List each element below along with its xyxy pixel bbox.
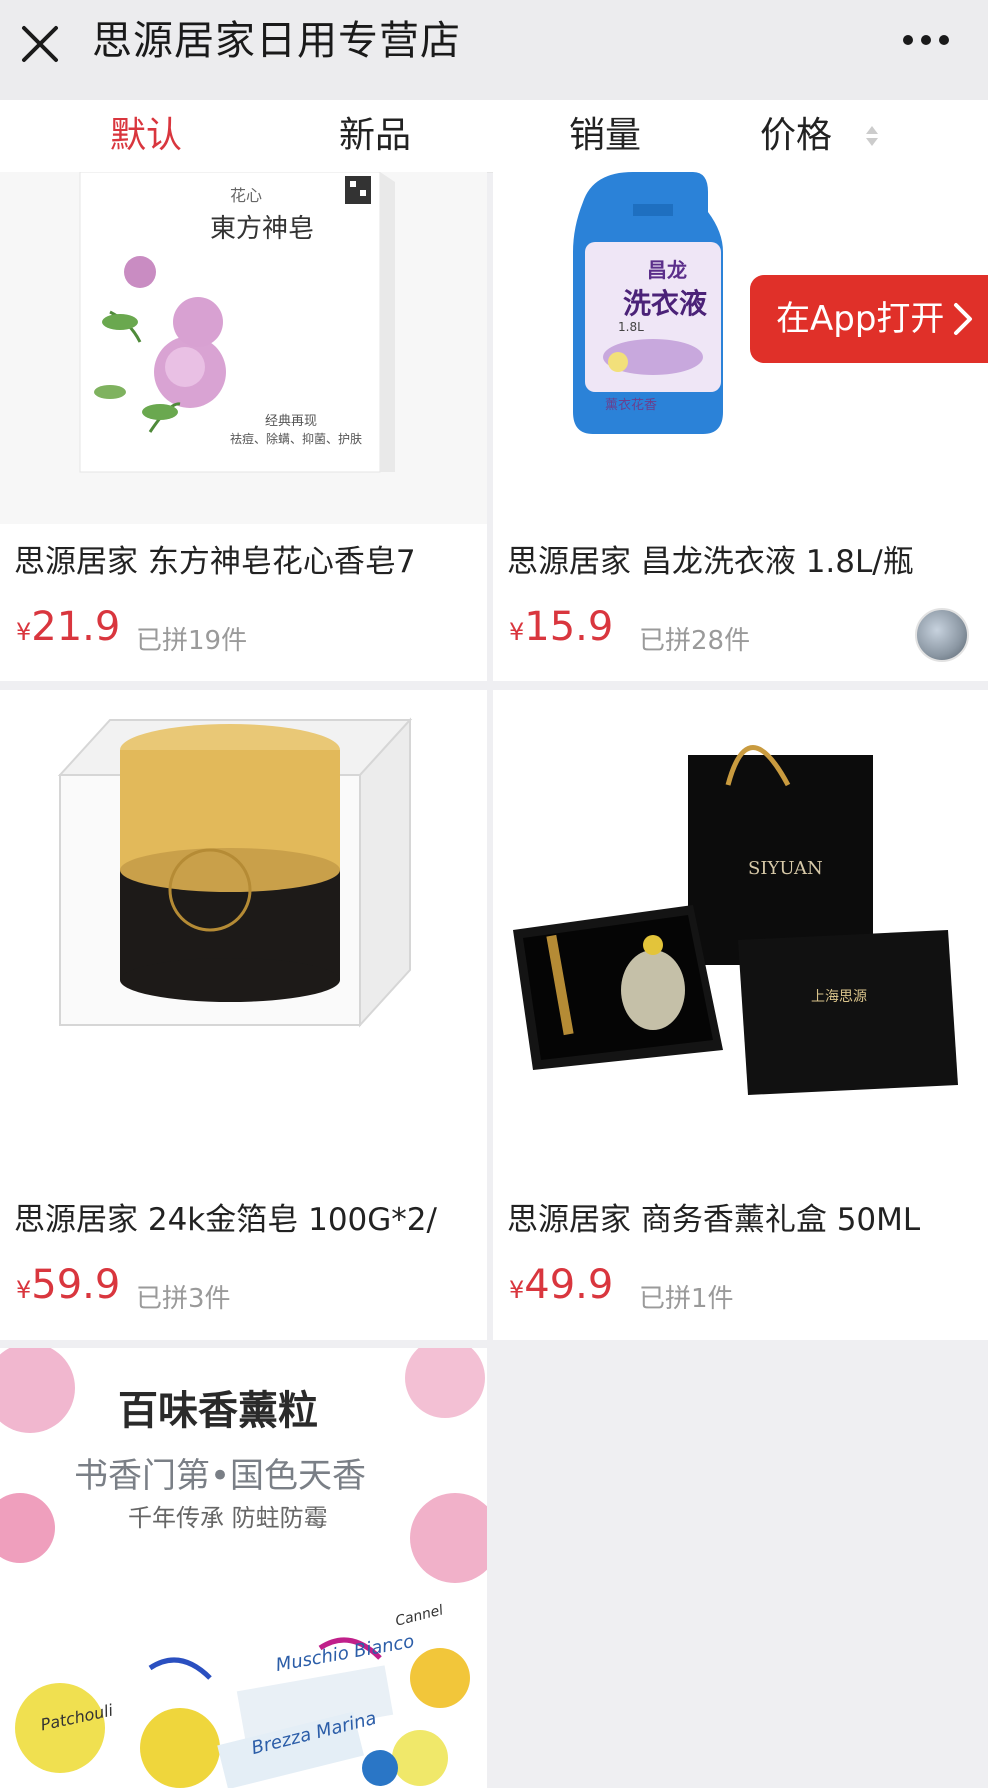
product-image: 花心 東方神皂 经典再现 祛痘、除螨、抑菌、护肤 bbox=[0, 172, 487, 524]
product-image: SIYUAN 上海思源 bbox=[493, 690, 988, 1180]
sold-count: 已拼19件 bbox=[136, 626, 248, 656]
product-price: ¥21.9 bbox=[16, 604, 120, 650]
product-name: 思源居家 24k金箔皂 100G*2/ bbox=[14, 1202, 437, 1238]
banner-title: 百味香薰粒 bbox=[118, 1388, 318, 1434]
image-title-text: 洗衣液 bbox=[623, 287, 708, 320]
open-in-app-label: 在App打开 bbox=[776, 299, 945, 339]
tab-price-label: 价格 bbox=[760, 115, 833, 156]
product-name: 思源居家 东方神皂花心香皂7 bbox=[14, 544, 416, 580]
product-card[interactable]: SIYUAN 上海思源 思源居家 商务香薰礼盒 50ML ¥49.9 已拼1件 bbox=[493, 690, 988, 1340]
sort-arrows-icon bbox=[866, 126, 878, 146]
image-line2-text: 祛痘、除螨、抑菌、护肤 bbox=[230, 432, 363, 446]
product-price: ¥59.9 bbox=[16, 1262, 120, 1308]
price-value: 49.9 bbox=[524, 1262, 614, 1308]
chevron-right-icon bbox=[954, 303, 972, 335]
price-value: 15.9 bbox=[524, 604, 614, 650]
image-box-text: 上海思源 bbox=[811, 989, 867, 1005]
product-card[interactable]: 百味香薰粒 书香门第•国色天香 千年传承 防蛀防霉 Muschio Bianco… bbox=[0, 1348, 487, 1788]
sold-count: 已拼1件 bbox=[639, 1284, 734, 1314]
product-name: 思源居家 商务香薰礼盒 50ML bbox=[507, 1202, 921, 1238]
currency-symbol: ¥ bbox=[509, 618, 525, 646]
tab-default[interactable]: 默认 bbox=[96, 100, 196, 172]
price-value: 59.9 bbox=[31, 1262, 121, 1308]
close-icon[interactable] bbox=[18, 22, 62, 66]
product-card[interactable]: 花心 東方神皂 经典再现 祛痘、除螨、抑菌、护肤 思源居家 东方神皂花心香皂7 … bbox=[0, 172, 487, 681]
image-line1-text: 经典再现 bbox=[265, 414, 318, 429]
product-card[interactable]: 昌龙 洗衣液 1.8L 薰衣花香 思源居家 昌龙洗衣液 1.8L/瓶 ¥15.9… bbox=[493, 172, 988, 681]
more-options-icon[interactable] bbox=[900, 28, 952, 52]
image-bottom-text: 薰衣花香 bbox=[605, 398, 658, 413]
image-title-text: 東方神皂 bbox=[210, 214, 315, 244]
tab-price[interactable]: 价格 bbox=[760, 100, 880, 172]
image-volume-text: 1.8L bbox=[618, 320, 644, 334]
product-card[interactable]: 思源居家 24k金箔皂 100G*2/ ¥59.9 已拼3件 bbox=[0, 690, 487, 1340]
banner-tagline: 千年传承 防蛀防霉 bbox=[128, 1504, 328, 1532]
image-brand-text: 花心 bbox=[230, 186, 263, 205]
price-value: 21.9 bbox=[31, 604, 121, 650]
product-price: ¥15.9 bbox=[509, 604, 613, 650]
image-brand-text: 昌龙 bbox=[647, 258, 687, 282]
sort-tabs: 默认 新品 销量 价格 bbox=[0, 100, 988, 173]
product-image: 百味香薰粒 书香门第•国色天香 千年传承 防蛀防霉 Muschio Bianco… bbox=[0, 1348, 487, 1788]
avatar[interactable] bbox=[915, 608, 969, 662]
page-title: 思源居家日用专营店 bbox=[92, 18, 461, 64]
product-image bbox=[0, 690, 487, 1180]
open-in-app-button[interactable]: 在App打开 bbox=[750, 275, 988, 363]
nav-bar: 思源居家日用专营店 bbox=[0, 0, 988, 100]
tab-new[interactable]: 新品 bbox=[325, 100, 425, 172]
currency-symbol: ¥ bbox=[16, 1276, 32, 1304]
sold-count: 已拼28件 bbox=[639, 626, 751, 656]
tab-sales[interactable]: 销量 bbox=[555, 100, 655, 172]
banner-subtitle: 书香门第•国色天香 bbox=[74, 1456, 367, 1496]
product-name: 思源居家 昌龙洗衣液 1.8L/瓶 bbox=[507, 544, 914, 580]
currency-symbol: ¥ bbox=[16, 618, 32, 646]
sold-count: 已拼3件 bbox=[136, 1284, 231, 1314]
product-price: ¥49.9 bbox=[509, 1262, 613, 1308]
currency-symbol: ¥ bbox=[509, 1276, 525, 1304]
image-bag-text: SIYUAN bbox=[748, 858, 823, 879]
